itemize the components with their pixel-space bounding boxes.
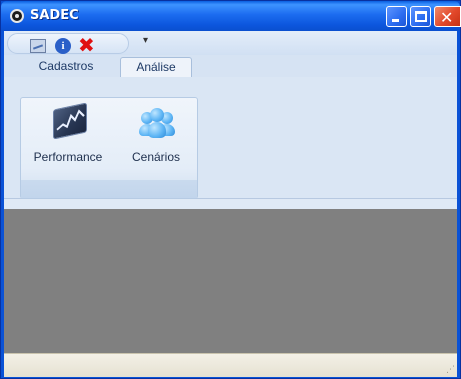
status-bar: ⋰ — [4, 353, 457, 377]
quick-access-dropdown-icon[interactable]: ▾ — [143, 35, 148, 46]
client-area: i ✖ ▾ Cadastros Análise Performance Cená… — [4, 31, 457, 377]
tab-analise[interactable]: Análise — [120, 57, 192, 77]
ribbon-panel: Performance Cenários — [4, 77, 457, 199]
mdi-workspace — [4, 209, 457, 353]
performance-chart-icon — [53, 102, 87, 140]
tab-cadastros[interactable]: Cadastros — [26, 57, 106, 77]
close-button[interactable]: ✕ — [434, 6, 461, 27]
people-icon — [139, 108, 175, 140]
cenarios-button[interactable]: Cenários — [121, 102, 191, 172]
title-bar[interactable]: SADEC ✕ — [1, 1, 461, 31]
minimize-icon — [392, 19, 399, 22]
window-title: SADEC — [30, 8, 79, 23]
minimize-button[interactable] — [386, 6, 407, 27]
maximize-icon — [415, 11, 427, 22]
app-window: SADEC ✕ i ✖ ▾ Cadastros Análise Performa… — [0, 0, 461, 379]
info-icon[interactable]: i — [55, 38, 71, 54]
exit-icon[interactable]: ✖ — [78, 35, 95, 55]
app-icon[interactable] — [10, 9, 24, 23]
close-icon: ✕ — [440, 8, 454, 27]
resize-grip-icon[interactable]: ⋰ — [446, 364, 455, 375]
performance-button[interactable]: Performance — [23, 102, 113, 172]
ribbon-tabs: Cadastros Análise — [4, 55, 457, 77]
cenarios-label: Cenários — [131, 150, 181, 164]
performance-label: Performance — [33, 150, 103, 164]
quick-access-group: i ✖ — [7, 33, 129, 55]
chart-icon[interactable] — [30, 39, 46, 53]
quick-access-toolbar: i ✖ ▾ — [4, 31, 457, 55]
ribbon-group-footer — [21, 180, 197, 198]
maximize-button[interactable] — [410, 6, 431, 27]
ribbon-group: Performance Cenários — [20, 97, 198, 199]
